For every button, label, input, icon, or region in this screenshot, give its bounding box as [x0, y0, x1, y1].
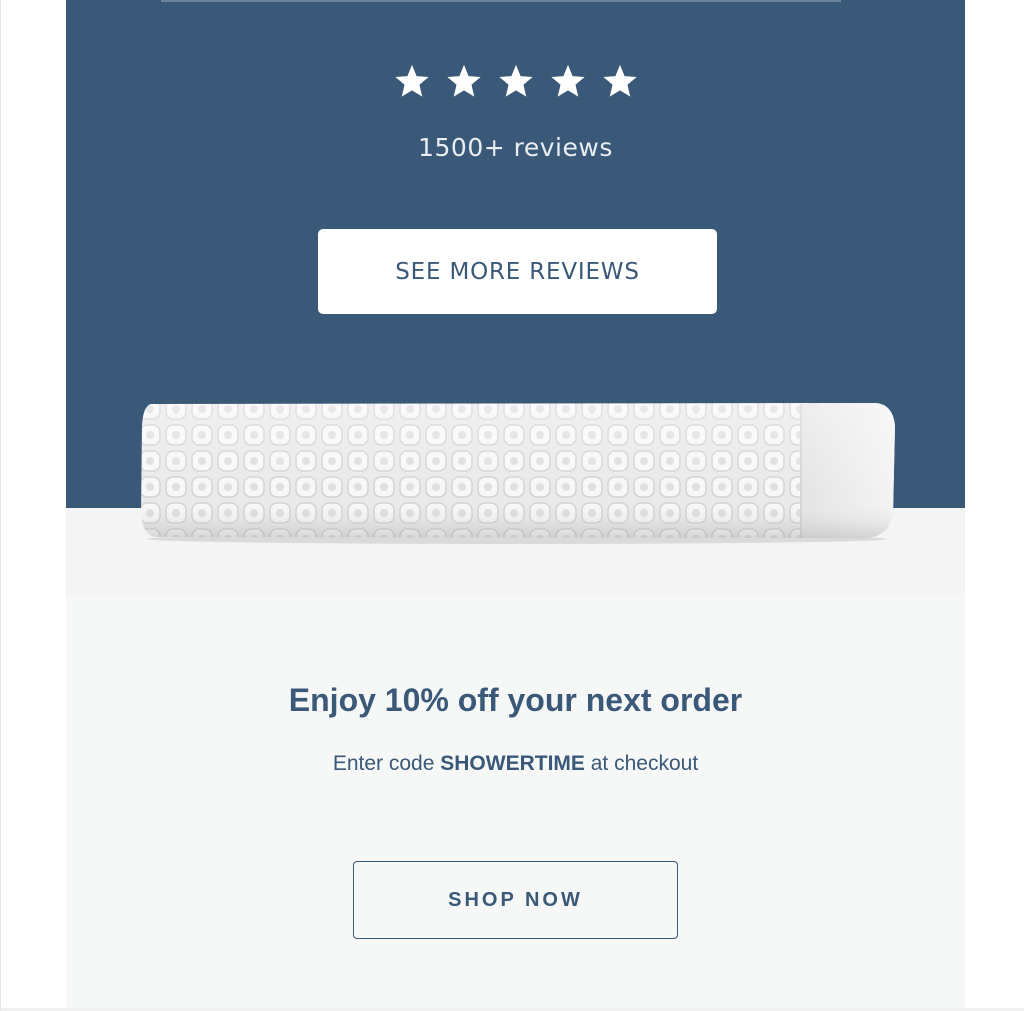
promo-section: Enjoy 10% off your next order Enter code… — [66, 594, 965, 1011]
star-icon — [445, 62, 483, 100]
shop-now-button[interactable]: SHOP NOW — [353, 861, 678, 939]
promo-code-suffix: at checkout — [584, 752, 699, 775]
star-icon — [601, 62, 639, 100]
star-icon — [393, 62, 431, 100]
promo-code: SHOWERTIME — [440, 752, 585, 775]
email-body: 1500+ reviews SEE MORE REVIEWS Enjoy 10%… — [66, 0, 965, 1011]
promo-code-prefix: Enter code — [332, 752, 441, 775]
see-more-reviews-button[interactable]: SEE MORE REVIEWS — [318, 229, 717, 314]
star-icon — [549, 62, 587, 100]
promo-title: Enjoy 10% off your next order — [288, 682, 743, 718]
reviews-count: 1500+ reviews — [418, 133, 613, 162]
star-icon — [497, 62, 535, 100]
star-rating — [66, 62, 965, 100]
promo-code-text: Enter code SHOWERTIME at checkout — [66, 752, 965, 776]
email-page: 1500+ reviews SEE MORE REVIEWS Enjoy 10%… — [0, 0, 1024, 1011]
towel-image[interactable] — [137, 396, 899, 546]
top-divider — [161, 0, 841, 2]
